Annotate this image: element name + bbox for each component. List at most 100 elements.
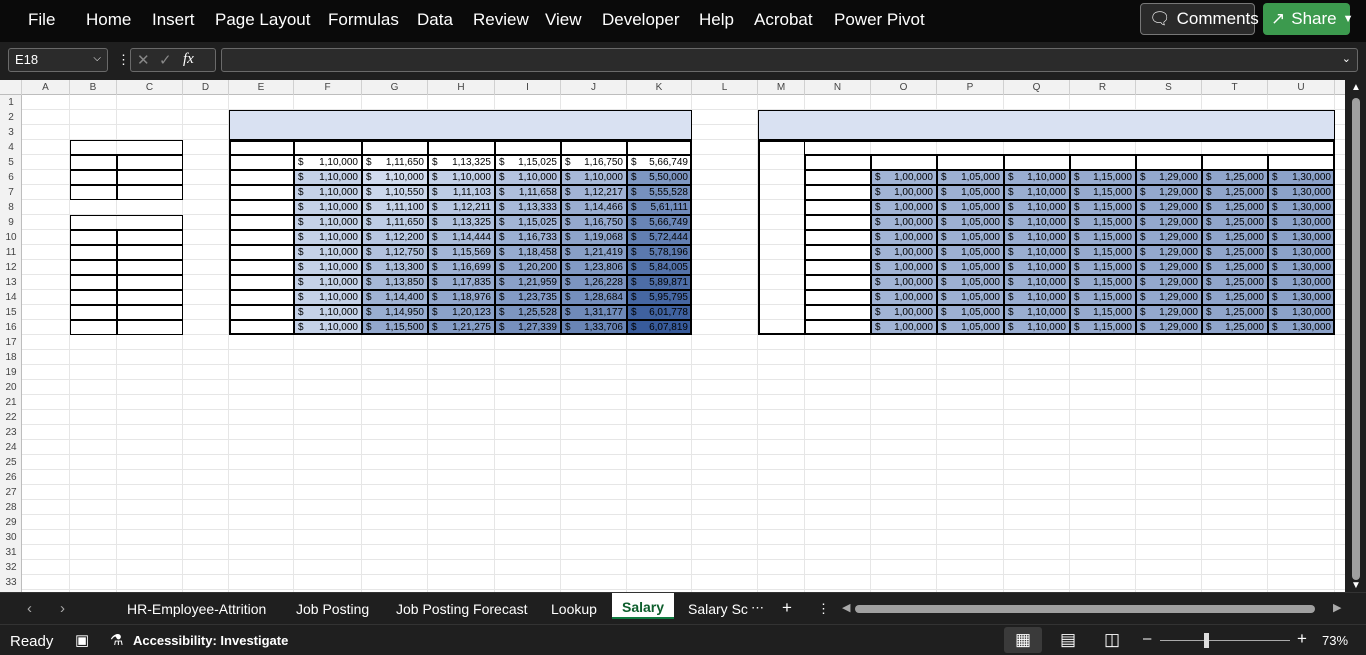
one-var-value[interactable]: $1,26,228 (561, 275, 627, 290)
one-var-formula-cell[interactable]: $1,10,000 (294, 155, 362, 170)
one-var-value[interactable]: $1,10,000 (294, 200, 362, 215)
row-header-22[interactable]: 22 (0, 410, 22, 425)
result-total-value[interactable] (117, 320, 183, 335)
row-header-29[interactable]: 29 (0, 515, 22, 530)
page-layout-view-icon[interactable]: ▤ (1060, 630, 1076, 650)
two-var-value[interactable]: $1,25,000 (1202, 275, 1268, 290)
two-var-value[interactable]: $1,10,000 (1004, 200, 1070, 215)
one-var-value[interactable]: $5,95,795 (627, 290, 692, 305)
one-var-value[interactable]: $1,18,976 (428, 290, 495, 305)
two-var-value[interactable]: $1,30,000 (1268, 245, 1335, 260)
two-var-bonus[interactable] (937, 155, 1004, 170)
one-var-value[interactable]: $1,17,835 (428, 275, 495, 290)
one-var-value[interactable]: $5,72,444 (627, 230, 692, 245)
two-var-raise[interactable] (805, 200, 871, 215)
one-var-raise[interactable] (229, 230, 294, 245)
two-var-value[interactable]: $1,25,000 (1202, 245, 1268, 260)
row-header-12[interactable]: 12 (0, 260, 22, 275)
row-header-9[interactable]: 9 (0, 215, 22, 230)
two-var-value[interactable]: $1,00,000 (871, 260, 937, 275)
column-header-m[interactable]: M (758, 80, 805, 95)
tab-acrobat[interactable]: Acrobat (754, 10, 813, 30)
one-var-value[interactable]: $1,10,000 (294, 170, 362, 185)
one-var-value[interactable]: $1,28,684 (561, 290, 627, 305)
two-var-raise[interactable] (805, 320, 871, 335)
one-var-header[interactable] (495, 140, 561, 155)
two-var-value[interactable]: $1,10,000 (1004, 170, 1070, 185)
two-var-value[interactable]: $1,25,000 (1202, 185, 1268, 200)
one-var-value[interactable]: $1,14,400 (362, 290, 428, 305)
result-header-amount[interactable] (117, 230, 183, 245)
cancel-icon[interactable]: ✕ (137, 51, 150, 69)
one-var-value[interactable]: $1,13,325 (428, 215, 495, 230)
two-var-value[interactable]: $1,05,000 (937, 215, 1004, 230)
one-var-value[interactable]: $1,18,458 (495, 245, 561, 260)
sheet-tab-lookup[interactable]: Lookup (551, 601, 597, 617)
input-value[interactable] (117, 155, 183, 170)
result-year[interactable] (70, 275, 117, 290)
row-header-21[interactable]: 21 (0, 395, 22, 410)
row-header-20[interactable]: 20 (0, 380, 22, 395)
column-header-e[interactable]: E (229, 80, 294, 95)
two-var-value[interactable]: $1,00,000 (871, 245, 937, 260)
two-var-value[interactable]: $1,30,000 (1268, 275, 1335, 290)
tab-file[interactable]: File (28, 10, 55, 30)
two-var-value[interactable]: $1,15,000 (1070, 170, 1136, 185)
two-var-value[interactable]: $1,25,000 (1202, 230, 1268, 245)
two-var-value[interactable]: $1,00,000 (871, 230, 937, 245)
one-var-value[interactable]: $1,12,217 (561, 185, 627, 200)
two-var-raise[interactable] (805, 305, 871, 320)
result-amount[interactable] (117, 305, 183, 320)
zoom-in-icon[interactable]: + (1297, 629, 1307, 649)
two-var-value[interactable]: $1,00,000 (871, 275, 937, 290)
one-var-title[interactable] (229, 110, 692, 140)
two-var-value[interactable]: $1,25,000 (1202, 215, 1268, 230)
sheet-tab-job-posting[interactable]: Job Posting (296, 601, 369, 617)
two-var-value[interactable]: $1,30,000 (1268, 185, 1335, 200)
one-var-value[interactable]: $1,10,000 (294, 185, 362, 200)
result-amount[interactable] (117, 275, 183, 290)
two-var-value[interactable]: $1,25,000 (1202, 260, 1268, 275)
one-var-formula-cell[interactable]: $1,11,650 (362, 155, 428, 170)
one-var-value[interactable]: $1,10,000 (362, 170, 428, 185)
tab-power-pivot[interactable]: Power Pivot (834, 10, 925, 30)
one-var-value[interactable]: $1,31,177 (561, 305, 627, 320)
worksheet-grid[interactable]: $1,10,000 $1,11,650 $1,13,325 $1,15,025 $1,1… (22, 95, 1345, 592)
two-var-value[interactable]: $1,25,000 (1202, 290, 1268, 305)
one-var-value[interactable]: $1,21,959 (495, 275, 561, 290)
row-header-31[interactable]: 31 (0, 545, 22, 560)
two-var-corner[interactable] (805, 155, 871, 170)
column-header-k[interactable]: K (627, 80, 692, 95)
scroll-down-icon[interactable]: ▼ (1351, 580, 1361, 591)
more-icon[interactable]: ⋮ (117, 52, 130, 68)
column-header-n[interactable]: N (805, 80, 871, 95)
result-amount[interactable] (117, 260, 183, 275)
two-var-value[interactable]: $1,10,000 (1004, 215, 1070, 230)
one-var-header[interactable] (428, 140, 495, 155)
two-var-value[interactable]: $1,30,000 (1268, 215, 1335, 230)
one-var-value[interactable]: $6,01,778 (627, 305, 692, 320)
column-header-g[interactable]: G (362, 80, 428, 95)
two-var-value[interactable]: $1,00,000 (871, 305, 937, 320)
vertical-scrollbar[interactable]: ▲ ▼ (1347, 80, 1366, 592)
one-var-value[interactable]: $1,21,275 (428, 320, 495, 335)
row-header-14[interactable]: 14 (0, 290, 22, 305)
one-var-header[interactable] (362, 140, 428, 155)
one-var-value[interactable]: $1,13,333 (495, 200, 561, 215)
two-var-value[interactable]: $1,15,000 (1070, 230, 1136, 245)
one-var-value[interactable]: $1,14,950 (362, 305, 428, 320)
column-header-r[interactable]: R (1070, 80, 1136, 95)
row-header-24[interactable]: 24 (0, 440, 22, 455)
two-var-bonus-title[interactable] (805, 140, 1335, 155)
two-var-raise[interactable] (805, 290, 871, 305)
two-var-value[interactable]: $1,29,000 (1136, 305, 1202, 320)
one-var-raise[interactable] (229, 260, 294, 275)
select-all-corner[interactable] (0, 80, 22, 95)
share-button[interactable]: ↗ Share ▼ (1263, 3, 1354, 35)
row-header-26[interactable]: 26 (0, 470, 22, 485)
zoom-level[interactable]: 73% (1322, 633, 1348, 648)
input-cells-title[interactable] (70, 140, 183, 155)
two-var-value[interactable]: $1,30,000 (1268, 170, 1335, 185)
one-var-value[interactable]: $1,23,735 (495, 290, 561, 305)
sheet-tab-job-posting-forecast[interactable]: Job Posting Forecast (396, 601, 528, 617)
